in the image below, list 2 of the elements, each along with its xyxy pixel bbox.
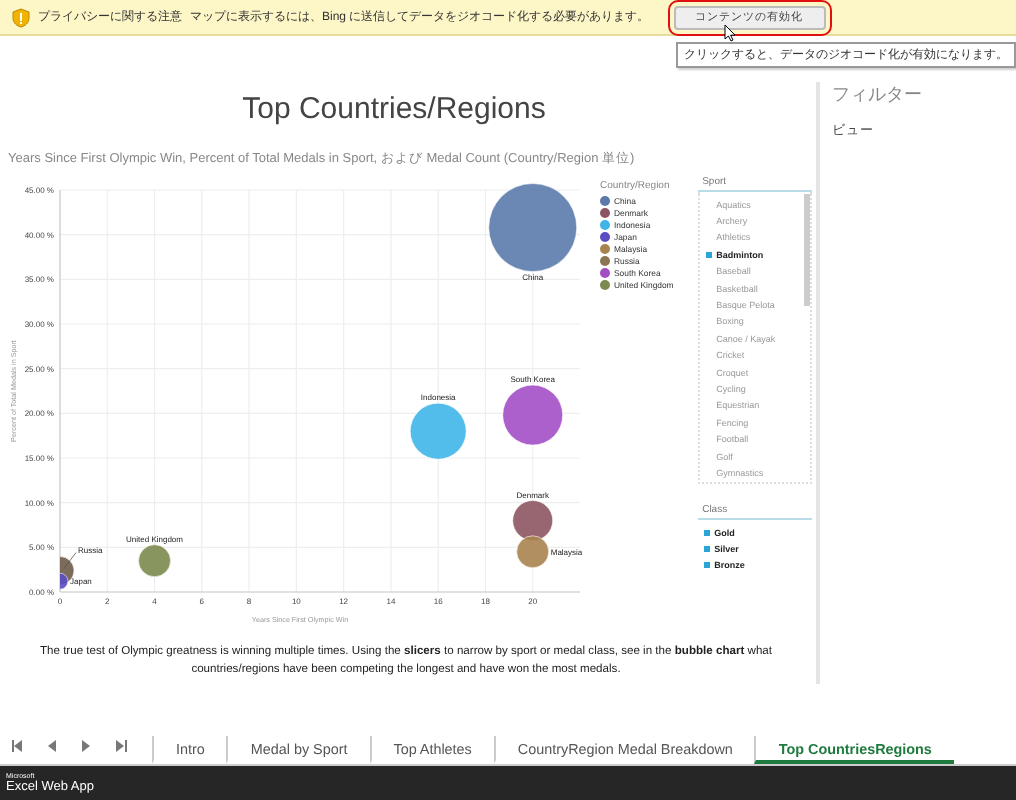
sheet-title: Top Countries/Regions [240, 92, 548, 130]
filter-title: フィルター [832, 82, 924, 108]
